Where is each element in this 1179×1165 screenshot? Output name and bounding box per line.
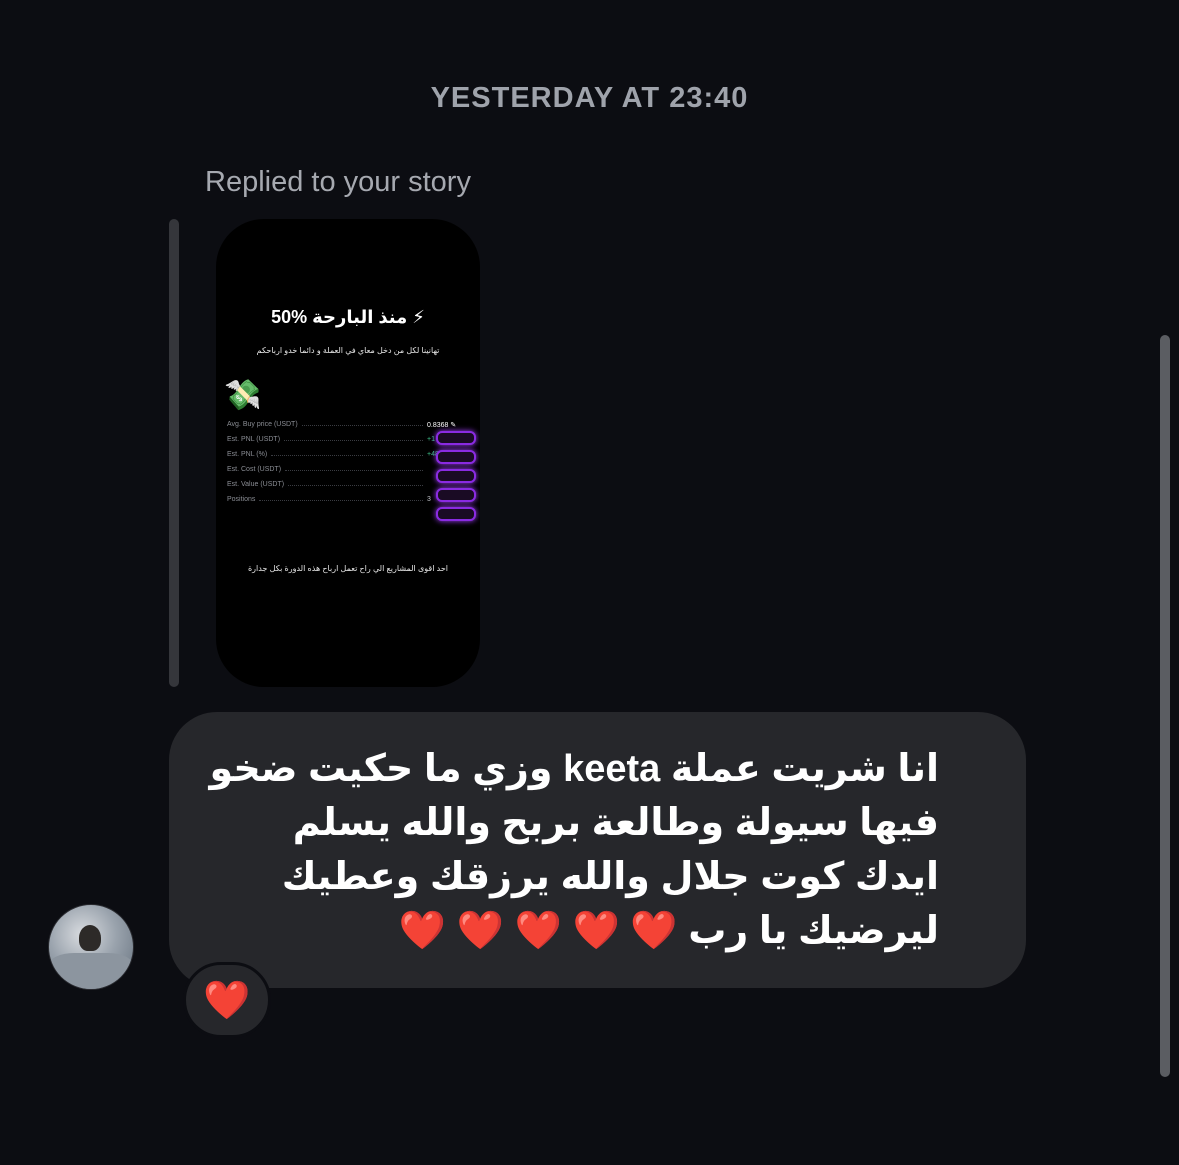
money-with-wings-icon: 💸 (224, 379, 262, 412)
stat-divider (284, 439, 423, 441)
stat-label: Est. Cost (USDT) (227, 466, 282, 473)
stat-row: Positions 3 (227, 492, 471, 507)
stat-row: Est. PNL (USDT) +1 (227, 432, 471, 447)
scrollbar[interactable] (1160, 335, 1170, 1077)
stat-label: Est. PNL (USDT) (227, 436, 281, 443)
story-subtitle: تهانينا لكل من دخل معاي في العملة و دائم… (256, 346, 440, 355)
stat-divider (259, 499, 423, 501)
redaction-mark (436, 450, 476, 464)
redaction-scribble (436, 431, 476, 521)
story-footer-text: احد اقوى المشاريع الي راح تعمل ارباح هذه… (247, 564, 448, 573)
stat-divider (285, 469, 423, 471)
stat-row: Est. Value (USDT) (227, 477, 471, 492)
story-stats-table: Avg. Buy price (USDT) 0.8368 ✎ Est. PNL … (227, 417, 471, 507)
redaction-mark (436, 469, 476, 483)
message-timestamp: YESTERDAY AT 23:40 (430, 82, 749, 114)
stat-label: Avg. Buy price (USDT) (227, 421, 298, 428)
message-text: انا شريت عملة keeta وزي ما حكيت ضخو فيها… (209, 748, 939, 952)
stat-value: 0.8368 ✎ (427, 421, 457, 429)
avatar-person-shape (79, 925, 101, 951)
message-bubble[interactable]: انا شريت عملة keeta وزي ما حكيت ضخو فيها… (169, 712, 1026, 988)
redaction-mark (436, 507, 476, 521)
stat-row: Est. Cost (USDT) (227, 462, 471, 477)
avatar-car-shape (49, 953, 133, 989)
stat-label: Positions (227, 496, 256, 503)
sender-avatar[interactable] (48, 904, 134, 990)
stat-label: Est. Value (USDT) (227, 481, 285, 488)
redaction-mark (436, 431, 476, 445)
redaction-mark (436, 488, 476, 502)
stat-row: Est. PNL (%) +48.3% (227, 447, 471, 462)
story-preview[interactable]: 50% منذ البارحة ⚡ تهانينا لكل من دخل معا… (216, 219, 480, 687)
stat-label: Est. PNL (%) (227, 451, 268, 458)
stat-divider (288, 484, 423, 486)
story-title: 50% منذ البارحة ⚡ (271, 307, 425, 327)
stat-divider (301, 424, 423, 426)
heart-reaction-icon[interactable]: ❤️ (183, 962, 271, 1038)
reply-context-label: Replied to your story (205, 166, 471, 198)
stat-divider (271, 454, 423, 456)
reply-indicator-bar (169, 219, 179, 687)
stat-row: Avg. Buy price (USDT) 0.8368 ✎ (227, 417, 471, 432)
